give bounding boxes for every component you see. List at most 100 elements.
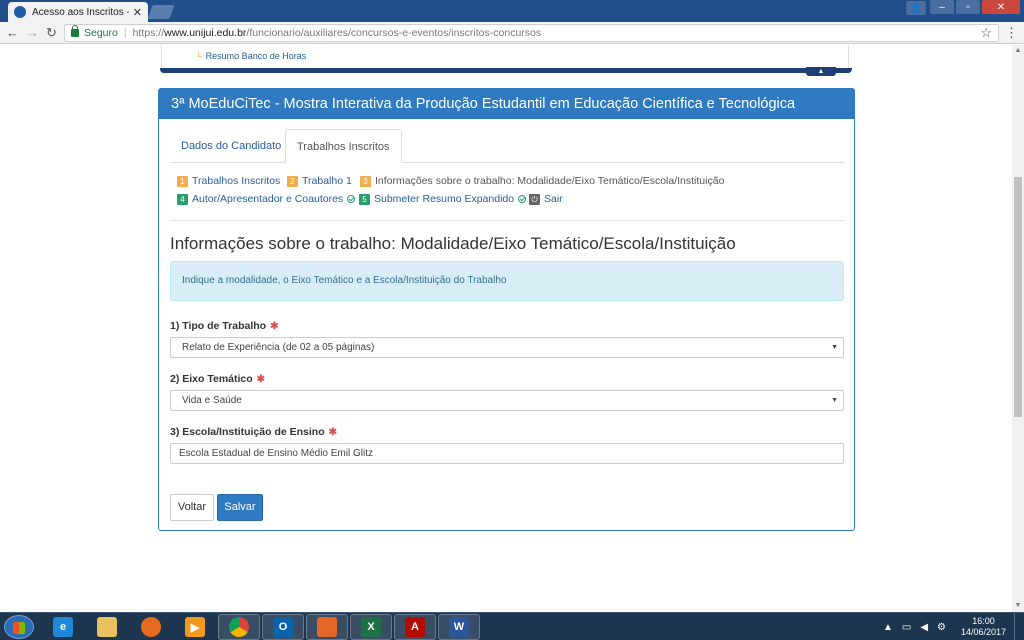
reload-icon[interactable]: ↻ — [46, 25, 57, 41]
check-circle-icon — [347, 195, 356, 203]
step-5[interactable]: 5 Submeter Resumo Expandido — [359, 193, 527, 205]
browser-titlebar: Acesso aos Inscritos - Un ✕ 👤 – ▫ ✕ — [0, 0, 1024, 22]
collapse-menu-icon[interactable]: ▲ — [806, 67, 836, 76]
step-number-badge: 1 — [177, 175, 188, 187]
sync-icon[interactable]: ⚙ — [937, 622, 946, 633]
show-hidden-icons-icon[interactable]: ▲ — [883, 622, 893, 633]
close-tab-icon[interactable]: ✕ — [133, 6, 142, 19]
start-button[interactable] — [4, 615, 34, 639]
url-path: /funcionario/auxiliares/concursos-e-even… — [246, 27, 542, 39]
acrobat-icon: A — [405, 617, 425, 637]
taskbar-firefox[interactable] — [130, 614, 172, 640]
menu-item-resumo-banco-horas[interactable]: Resumo Banco de Horas — [196, 51, 307, 61]
secure-label: Seguro — [84, 27, 118, 39]
check-circle-icon — [518, 195, 527, 203]
system-clock[interactable]: 16:00 14/06/2017 — [961, 616, 1006, 638]
taskbar-explorer[interactable] — [86, 614, 128, 640]
step-sair[interactable]: ⏻ Sair — [529, 193, 563, 205]
favicon-icon — [14, 6, 26, 18]
panel-title: 3ª MoEduCiTec - Mostra Interativa da Pro… — [159, 89, 854, 119]
close-window-icon[interactable]: ✕ — [982, 0, 1020, 14]
taskbar-word[interactable]: W — [438, 614, 480, 640]
page-content: Resumo Banco de Horas ▲ 3ª MoEduCiTec - … — [0, 45, 1012, 612]
escola-label: 3) Escola/Instituição de Ensino ✱ — [170, 426, 337, 438]
escola-label-text: 3) Escola/Instituição de Ensino — [170, 426, 325, 438]
tipo-trabalho-value: Relato de Experiência (de 02 a 05 página… — [182, 342, 375, 353]
step-label: Sair — [544, 193, 563, 205]
step-label: Informações sobre o trabalho: Modalidade… — [375, 175, 725, 187]
address-bar[interactable]: Seguro | https:// www.unijui.edu.br /fun… — [64, 24, 999, 42]
step-label: Submeter Resumo Expandido — [374, 193, 515, 205]
lock-icon — [71, 25, 79, 37]
step-label: Trabalho 1 — [302, 175, 352, 187]
page-scrollbar[interactable]: ▲ ▼ — [1012, 45, 1024, 612]
excel-icon: X — [361, 617, 381, 637]
forward-arrow-icon[interactable]: → — [26, 25, 39, 40]
step-4[interactable]: 4 Autor/Apresentador e Coautores — [177, 193, 356, 205]
chrome-menu-icon[interactable]: ⋮ — [1005, 25, 1018, 41]
user-profile-icon[interactable]: 👤 — [906, 1, 926, 15]
maximize-icon[interactable]: ▫ — [956, 0, 980, 14]
step-2[interactable]: 2 Trabalho 1 — [287, 175, 352, 187]
ie-icon: e — [53, 617, 73, 637]
new-tab-button[interactable] — [147, 5, 175, 19]
eixo-tematico-label: 2) Eixo Temático ✱ — [170, 373, 265, 385]
dropdown-caret-icon: ▼ — [831, 397, 838, 404]
required-asterisk-icon: ✱ — [328, 427, 338, 438]
minimize-icon[interactable]: – — [930, 0, 954, 14]
taskbar-acrobat[interactable]: A — [394, 614, 436, 640]
info-alert: Indique a modalidade, o Eixo Temático e … — [170, 261, 844, 301]
salvar-button[interactable]: Salvar — [217, 494, 263, 521]
app-cube-icon — [317, 617, 337, 637]
main-panel: 3ª MoEduCiTec - Mostra Interativa da Pro… — [158, 88, 855, 531]
url-prefix: https:// — [132, 27, 165, 39]
volume-icon[interactable]: ◀ — [920, 622, 928, 633]
chrome-icon — [229, 617, 249, 637]
power-icon: ⏻ — [529, 193, 540, 205]
taskbar-app[interactable] — [306, 614, 348, 640]
step-number-badge: 5 — [359, 193, 370, 205]
scroll-thumb[interactable] — [1014, 177, 1022, 417]
required-asterisk-icon: ✱ — [256, 374, 266, 385]
eixo-tematico-select[interactable]: Vida e Saúde ▼ — [170, 390, 844, 411]
required-asterisk-icon: ✱ — [270, 321, 279, 332]
eixo-tematico-value: Vida e Saúde — [182, 395, 242, 406]
dropdown-caret-icon: ▼ — [831, 344, 838, 351]
word-icon: W — [449, 617, 469, 637]
clock-time: 16:00 — [972, 616, 995, 626]
step-label: Trabalhos Inscritos — [192, 175, 281, 187]
network-icon[interactable]: ▭ — [902, 622, 911, 633]
step-1[interactable]: 1 Trabalhos Inscritos — [177, 175, 280, 187]
firefox-icon — [141, 617, 161, 637]
menu-bar — [160, 68, 852, 73]
show-desktop-button[interactable] — [1014, 613, 1024, 640]
tipo-trabalho-label: 1) Tipo de Trabalho ✱ — [170, 320, 278, 332]
step-number-badge: 2 — [287, 175, 298, 187]
section-title: Informações sobre o trabalho: Modalidade… — [170, 234, 736, 253]
scroll-down-icon[interactable]: ▼ — [1012, 600, 1024, 612]
scroll-up-icon[interactable]: ▲ — [1012, 45, 1024, 57]
step-label: Autor/Apresentador e Coautores — [192, 193, 344, 205]
escola-input[interactable]: Escola Estadual de Ensino Médio Emil Gli… — [170, 443, 844, 464]
folder-icon — [97, 617, 117, 637]
outlook-icon: O — [273, 617, 293, 637]
tipo-trabalho-label-text: 1) Tipo de Trabalho — [170, 320, 267, 332]
address-toolbar: ← → ↻ Seguro | https:// www.unijui.edu.b… — [0, 22, 1024, 44]
voltar-button[interactable]: Voltar — [170, 494, 214, 521]
bookmark-star-icon[interactable]: ☆ — [980, 25, 992, 41]
tab-trabalhos-inscritos[interactable]: Trabalhos Inscritos — [285, 129, 402, 163]
step-3: 3 Informações sobre o trabalho: Modalida… — [360, 175, 724, 187]
taskbar-outlook[interactable]: O — [262, 614, 304, 640]
tab-dados-candidato[interactable]: Dados do Candidato — [170, 129, 292, 163]
eixo-tematico-label-text: 2) Eixo Temático — [170, 373, 253, 385]
taskbar-ie[interactable]: e — [42, 614, 84, 640]
url-host: www.unijui.edu.br — [164, 27, 247, 39]
tab-strip: Dados do Candidato Trabalhos Inscritos — [170, 129, 844, 163]
browser-tab[interactable]: Acesso aos Inscritos - Un ✕ — [8, 2, 148, 22]
taskbar-chrome[interactable] — [218, 614, 260, 640]
taskbar-media[interactable]: ▶ — [174, 614, 216, 640]
taskbar-excel[interactable]: X — [350, 614, 392, 640]
tipo-trabalho-select[interactable]: Relato de Experiência (de 02 a 05 página… — [170, 337, 844, 358]
step-number-badge: 3 — [360, 175, 371, 187]
back-arrow-icon[interactable]: ← — [6, 25, 19, 40]
